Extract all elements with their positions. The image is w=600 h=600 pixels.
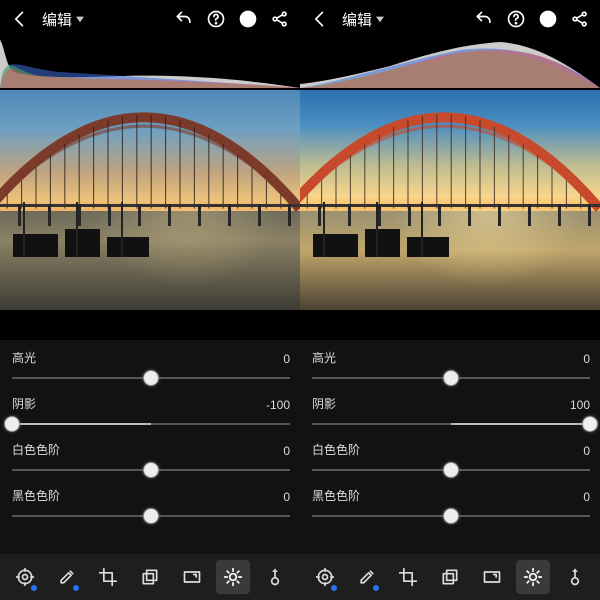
slider-track[interactable] <box>312 504 590 528</box>
boats <box>306 218 480 258</box>
slider-track[interactable] <box>12 366 290 390</box>
slider-label: 阴影 <box>312 395 336 412</box>
histogram <box>0 38 300 90</box>
tool-stack-button[interactable] <box>133 560 167 594</box>
bottombar <box>0 554 300 600</box>
pane-left: 编辑 高光 0 <box>0 0 300 600</box>
slider-label: 黑色色阶 <box>312 487 360 504</box>
slider-label: 阴影 <box>12 395 36 412</box>
blue-dot <box>73 585 79 591</box>
title-text: 编辑 <box>342 9 372 30</box>
slider-knob[interactable] <box>143 462 159 478</box>
tool-crop-button[interactable] <box>391 560 425 594</box>
back-button[interactable] <box>4 3 36 35</box>
slider-knob[interactable] <box>443 370 459 386</box>
slider-knob[interactable] <box>143 508 159 524</box>
page-title[interactable]: 编辑 <box>336 9 386 30</box>
sliders-panel: 高光 0 阴影 -100 白色色阶 0 <box>0 340 300 554</box>
slider-knob[interactable] <box>143 370 159 386</box>
blue-dot <box>331 585 337 591</box>
slider-label: 白色色阶 <box>312 441 360 458</box>
title-text: 编辑 <box>42 9 72 30</box>
tool-aspect-button[interactable] <box>175 560 209 594</box>
slider-knob[interactable] <box>443 462 459 478</box>
slider-value: 0 <box>283 490 290 504</box>
caret-down-icon <box>376 15 384 23</box>
slider-knob[interactable] <box>443 508 459 524</box>
slider-value: -100 <box>266 398 290 412</box>
page-title[interactable]: 编辑 <box>36 9 86 30</box>
slider-row: 黑色色阶 0 <box>0 482 300 528</box>
tool-light-button[interactable] <box>216 560 250 594</box>
slider-row: 高光 0 <box>0 344 300 390</box>
slider-track[interactable] <box>312 412 590 436</box>
slider-knob[interactable] <box>582 416 598 432</box>
histogram <box>300 38 600 90</box>
slider-label: 黑色色阶 <box>12 487 60 504</box>
alert-button[interactable] <box>532 3 564 35</box>
blue-dot <box>373 585 379 591</box>
slider-value: 0 <box>583 444 590 458</box>
slider-track[interactable] <box>12 458 290 482</box>
tool-light-button[interactable] <box>516 560 550 594</box>
tool-temp-button[interactable] <box>558 560 592 594</box>
slider-track[interactable] <box>312 458 590 482</box>
undo-button[interactable] <box>168 3 200 35</box>
blue-dot <box>31 585 37 591</box>
share-button[interactable] <box>264 3 296 35</box>
help-button[interactable] <box>500 3 532 35</box>
slider-value: 0 <box>283 444 290 458</box>
photo-preview[interactable] <box>0 90 300 310</box>
back-button[interactable] <box>304 3 336 35</box>
tool-dial-button[interactable] <box>8 560 42 594</box>
topbar: 编辑 <box>300 0 600 38</box>
photo-preview[interactable] <box>300 90 600 310</box>
slider-row: 阴影 -100 <box>0 390 300 436</box>
slider-value: 0 <box>583 490 590 504</box>
share-button[interactable] <box>564 3 596 35</box>
tool-dial-button[interactable] <box>308 560 342 594</box>
alert-button[interactable] <box>232 3 264 35</box>
caret-down-icon <box>76 15 84 23</box>
tool-brush-button[interactable] <box>350 560 384 594</box>
tool-crop-button[interactable] <box>91 560 125 594</box>
slider-row: 阴影 100 <box>300 390 600 436</box>
tool-brush-button[interactable] <box>50 560 84 594</box>
tool-aspect-button[interactable] <box>475 560 509 594</box>
boats <box>6 218 180 258</box>
undo-button[interactable] <box>468 3 500 35</box>
sliders-panel: 高光 0 阴影 100 白色色阶 0 <box>300 340 600 554</box>
tool-stack-button[interactable] <box>433 560 467 594</box>
slider-row: 白色色阶 0 <box>0 436 300 482</box>
help-button[interactable] <box>200 3 232 35</box>
topbar: 编辑 <box>0 0 300 38</box>
slider-track[interactable] <box>12 504 290 528</box>
bottombar <box>300 554 600 600</box>
slider-label: 高光 <box>312 349 336 366</box>
comparison-wrap: 编辑 高光 0 <box>0 0 600 600</box>
tool-temp-button[interactable] <box>258 560 292 594</box>
slider-knob[interactable] <box>4 416 20 432</box>
slider-value: 100 <box>570 398 590 412</box>
slider-track[interactable] <box>312 366 590 390</box>
slider-label: 高光 <box>12 349 36 366</box>
pane-right: 编辑 高光 0 <box>300 0 600 600</box>
slider-row: 白色色阶 0 <box>300 436 600 482</box>
slider-value: 0 <box>583 352 590 366</box>
slider-row: 高光 0 <box>300 344 600 390</box>
slider-track[interactable] <box>12 412 290 436</box>
slider-row: 黑色色阶 0 <box>300 482 600 528</box>
slider-value: 0 <box>283 352 290 366</box>
slider-label: 白色色阶 <box>12 441 60 458</box>
